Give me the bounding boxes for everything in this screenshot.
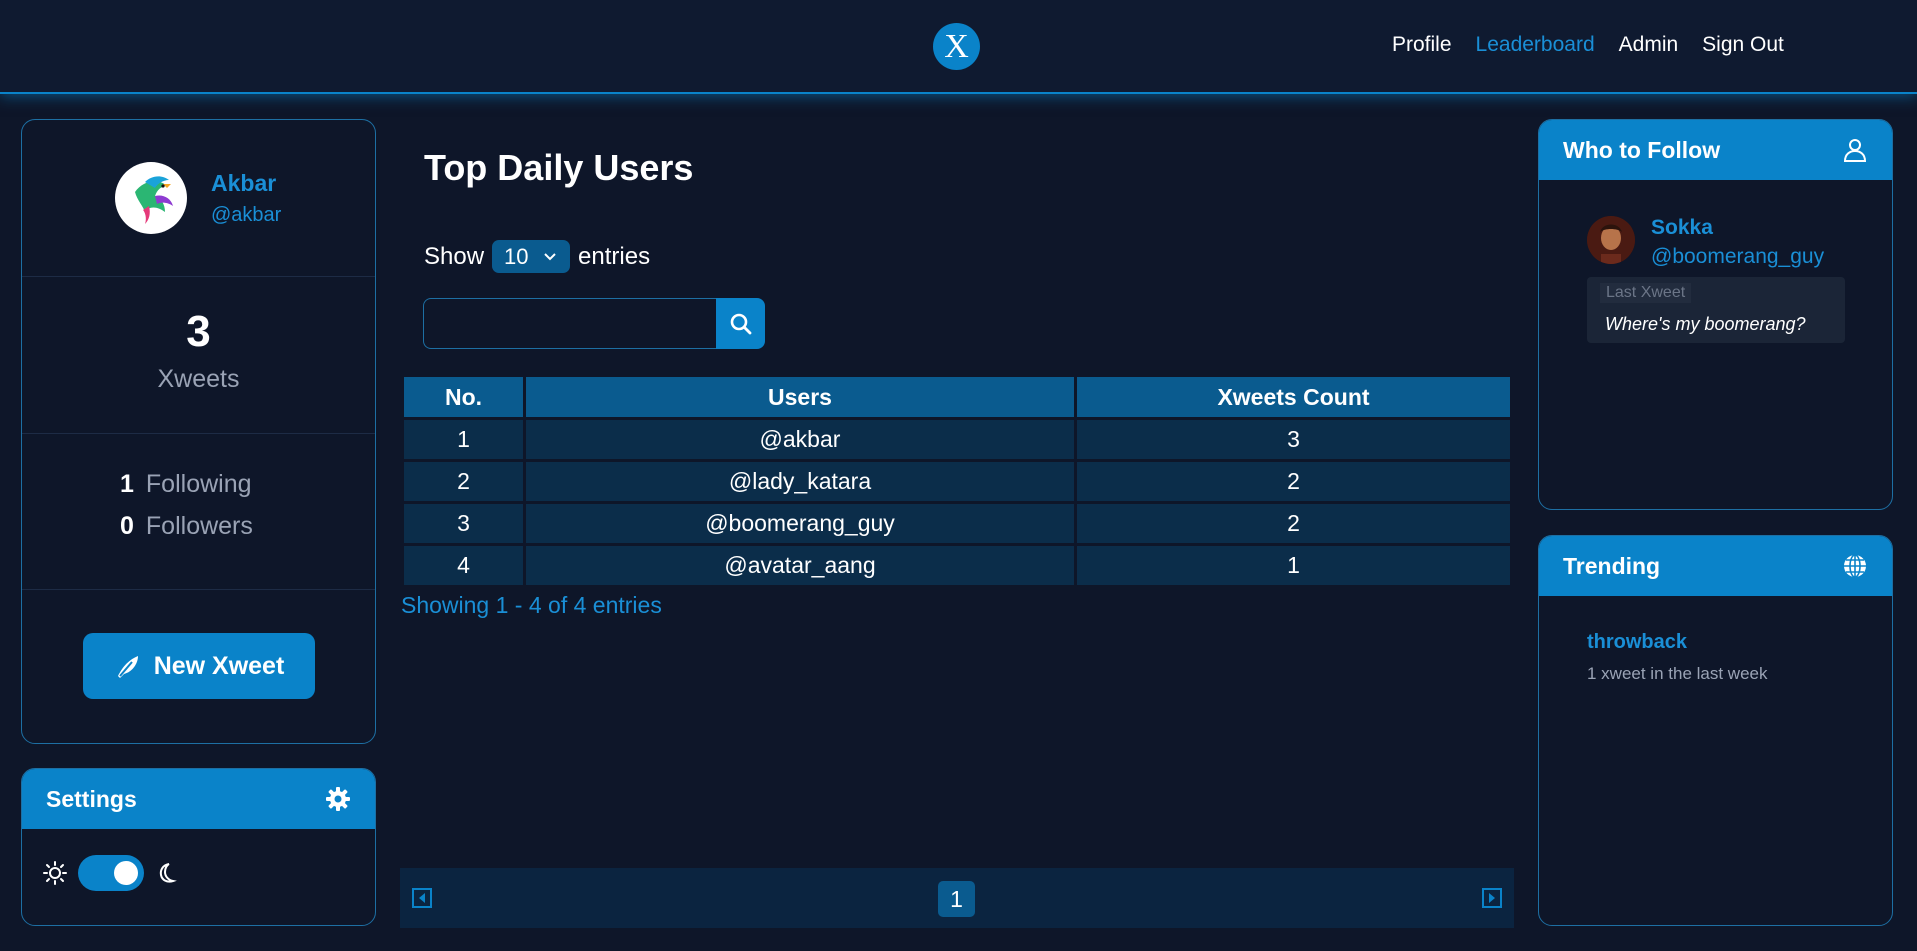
row-xweets-count: 1 (1077, 546, 1510, 585)
sun-icon (43, 861, 67, 885)
profile-card: Akbar @akbar 3 Xweets 1 Following 0 Follow… (21, 119, 376, 744)
nav-profile[interactable]: Profile (1392, 33, 1452, 57)
row-number: 3 (404, 504, 523, 543)
theme-toggle[interactable] (78, 855, 144, 891)
entries-control: Show 10 entries (424, 240, 650, 273)
last-xweet-text: Where's my boomerang? (1605, 314, 1806, 334)
theme-toggle-row (42, 855, 178, 891)
chevron-down-icon (543, 252, 556, 260)
followers-count: 0 (120, 512, 134, 540)
top-navbar: X Profile Leaderboard Admin Sign Out (0, 0, 1917, 94)
previous-page-icon[interactable] (412, 888, 432, 908)
nav-sign-out[interactable]: Sign Out (1702, 33, 1784, 57)
settings-card: Settings (21, 768, 376, 926)
showing-entries-text: Showing 1 - 4 of 4 entries (401, 592, 662, 618)
who-to-follow-title: Who to Follow (1563, 136, 1721, 163)
row-number: 2 (404, 462, 523, 501)
entries-label: entries (578, 242, 651, 270)
table-row: 4 @avatar_aang 1 (404, 546, 1510, 585)
column-header-users[interactable]: Users (526, 377, 1074, 417)
who-to-follow-header: Who to Follow (1539, 120, 1892, 180)
pagination: 1 (400, 868, 1514, 928)
page-title: Top Daily Users (424, 147, 694, 188)
follow-stats: 1 Following 0 Followers (22, 434, 375, 590)
page-number-button[interactable]: 1 (938, 881, 975, 917)
xweets-label: Xweets (157, 365, 240, 393)
profile-handle[interactable]: @akbar (211, 204, 281, 227)
followers-stat[interactable]: 0 Followers (120, 512, 253, 541)
gear-icon[interactable] (325, 786, 351, 812)
following-stat[interactable]: 1 Following (120, 470, 252, 499)
leaderboard-table: No. Users Xweets Count 1 @akbar 3 2 @lad… (401, 374, 1513, 588)
row-user[interactable]: @boomerang_guy (526, 504, 1074, 543)
trending-card: Trending throwback 1 xweet in the last w… (1538, 535, 1893, 926)
toggle-knob (114, 861, 138, 885)
search-button[interactable] (716, 298, 765, 349)
table-row: 2 @lady_katara 2 (404, 462, 1510, 501)
moon-icon (159, 863, 177, 883)
entries-value: 10 (504, 243, 529, 269)
row-number: 4 (404, 546, 523, 585)
trending-title: Trending (1563, 552, 1661, 579)
suggested-user-handle[interactable]: @boomerang_guy (1651, 245, 1824, 269)
user-icon (1843, 139, 1867, 162)
feather-icon (117, 656, 138, 678)
search-bar (423, 298, 765, 349)
table-header-row: No. Users Xweets Count (404, 377, 1510, 417)
table-row: 1 @akbar 3 (404, 420, 1510, 459)
suggested-user-name[interactable]: Sokka (1651, 216, 1713, 240)
following-label: Following (145, 470, 252, 498)
trending-header: Trending (1539, 536, 1892, 596)
nav-admin[interactable]: Admin (1619, 33, 1679, 57)
search-input[interactable] (423, 298, 716, 349)
table-row: 3 @boomerang_guy 2 (404, 504, 1510, 543)
new-xweet-button[interactable]: New Xweet (83, 633, 315, 699)
row-xweets-count: 3 (1077, 420, 1510, 459)
bird-avatar-icon[interactable] (115, 162, 187, 234)
xweets-stat: 3 Xweets (22, 277, 375, 434)
logo-icon[interactable]: X (933, 23, 980, 70)
last-xweet-box: Last Xweet Where's my boomerang? (1587, 277, 1845, 343)
row-number: 1 (404, 420, 523, 459)
show-label: Show (424, 242, 485, 270)
who-to-follow-card: Who to Follow Sokka @boomerang_guy Last … (1538, 119, 1893, 510)
search-icon (730, 313, 751, 334)
settings-header: Settings (22, 769, 375, 829)
profile-header: Akbar @akbar (22, 120, 375, 277)
globe-icon (1844, 554, 1866, 578)
xweets-count: 3 (186, 307, 211, 356)
column-header-no[interactable]: No. (404, 377, 523, 417)
row-user[interactable]: @avatar_aang (526, 546, 1074, 585)
nav-leaderboard[interactable]: Leaderboard (1476, 33, 1595, 57)
trending-tag[interactable]: throwback (1587, 631, 1687, 654)
sokka-avatar-icon[interactable] (1587, 216, 1635, 264)
row-user[interactable]: @lady_katara (526, 462, 1074, 501)
entries-select[interactable]: 10 (492, 240, 571, 273)
trending-tag-count: 1 xweet in the last week (1587, 664, 1768, 683)
new-xweet-label: New Xweet (153, 651, 285, 680)
settings-title: Settings (46, 785, 137, 812)
row-xweets-count: 2 (1077, 504, 1510, 543)
following-count: 1 (120, 470, 134, 498)
last-xweet-label: Last Xweet (1600, 283, 1692, 303)
profile-name[interactable]: Akbar (211, 170, 276, 197)
column-header-xweets-count[interactable]: Xweets Count (1077, 377, 1510, 417)
row-user[interactable]: @akbar (526, 420, 1074, 459)
row-xweets-count: 2 (1077, 462, 1510, 501)
main-nav: Profile Leaderboard Admin Sign Out (1392, 33, 1808, 57)
followers-label: Followers (145, 512, 253, 540)
next-page-icon[interactable] (1482, 888, 1502, 908)
